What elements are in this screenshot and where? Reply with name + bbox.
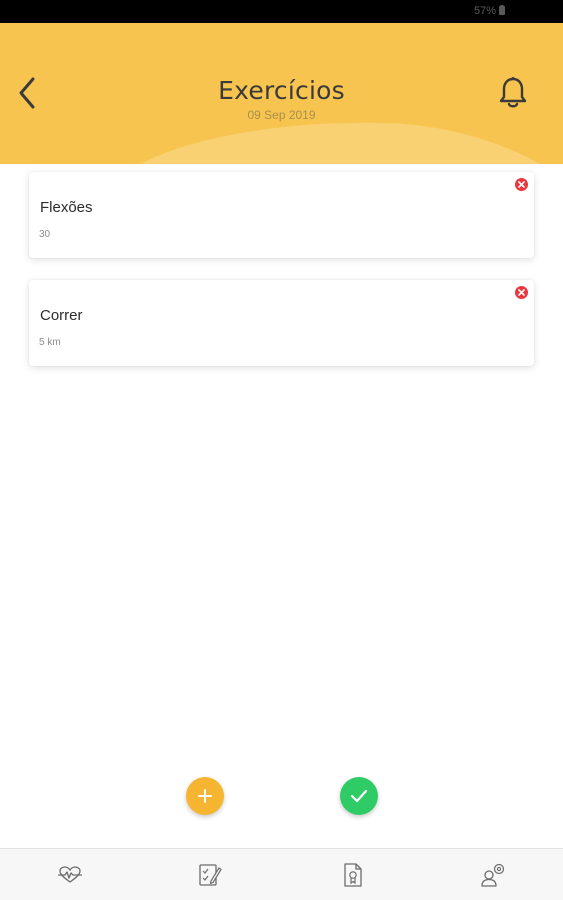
check-icon bbox=[350, 789, 368, 803]
exercise-card[interactable]: Correr 5 km bbox=[29, 280, 534, 366]
bell-icon bbox=[499, 77, 527, 108]
battery-icon bbox=[499, 5, 505, 15]
close-circle-icon bbox=[518, 289, 525, 296]
exercise-value: 5 km bbox=[39, 337, 61, 348]
exercises-screen: 57% Exercícios 09 Sep 2019 Flexões 30 Co… bbox=[0, 0, 563, 900]
battery-level: 57% bbox=[473, 5, 496, 17]
bottom-navigation bbox=[0, 848, 563, 900]
status-bar: 57% bbox=[0, 0, 563, 23]
nav-item-exercises[interactable] bbox=[180, 849, 240, 900]
page-date: 09 Sep 2019 bbox=[247, 108, 316, 122]
exercise-card[interactable]: Flexões 30 bbox=[29, 172, 534, 258]
nav-item-documents[interactable] bbox=[323, 849, 383, 900]
remove-exercise-button[interactable] bbox=[515, 178, 528, 191]
edit-checklist-icon bbox=[199, 864, 222, 886]
confirm-button[interactable] bbox=[340, 777, 378, 815]
profile-settings-icon bbox=[481, 863, 505, 887]
exercise-name: Flexões bbox=[40, 199, 93, 216]
exercise-value: 30 bbox=[39, 229, 51, 240]
close-circle-icon bbox=[518, 181, 525, 188]
nav-item-profile[interactable] bbox=[463, 849, 523, 900]
nav-item-health[interactable] bbox=[40, 849, 100, 900]
heartbeat-icon bbox=[58, 866, 82, 883]
page-title: Exercícios bbox=[218, 76, 345, 105]
notifications-button[interactable] bbox=[494, 73, 532, 113]
exercise-name: Correr bbox=[40, 307, 83, 324]
document-award-icon bbox=[344, 863, 362, 887]
add-exercise-button[interactable] bbox=[186, 777, 224, 815]
remove-exercise-button[interactable] bbox=[515, 286, 528, 299]
plus-icon bbox=[198, 789, 212, 803]
header: Exercícios 09 Sep 2019 bbox=[0, 23, 563, 164]
